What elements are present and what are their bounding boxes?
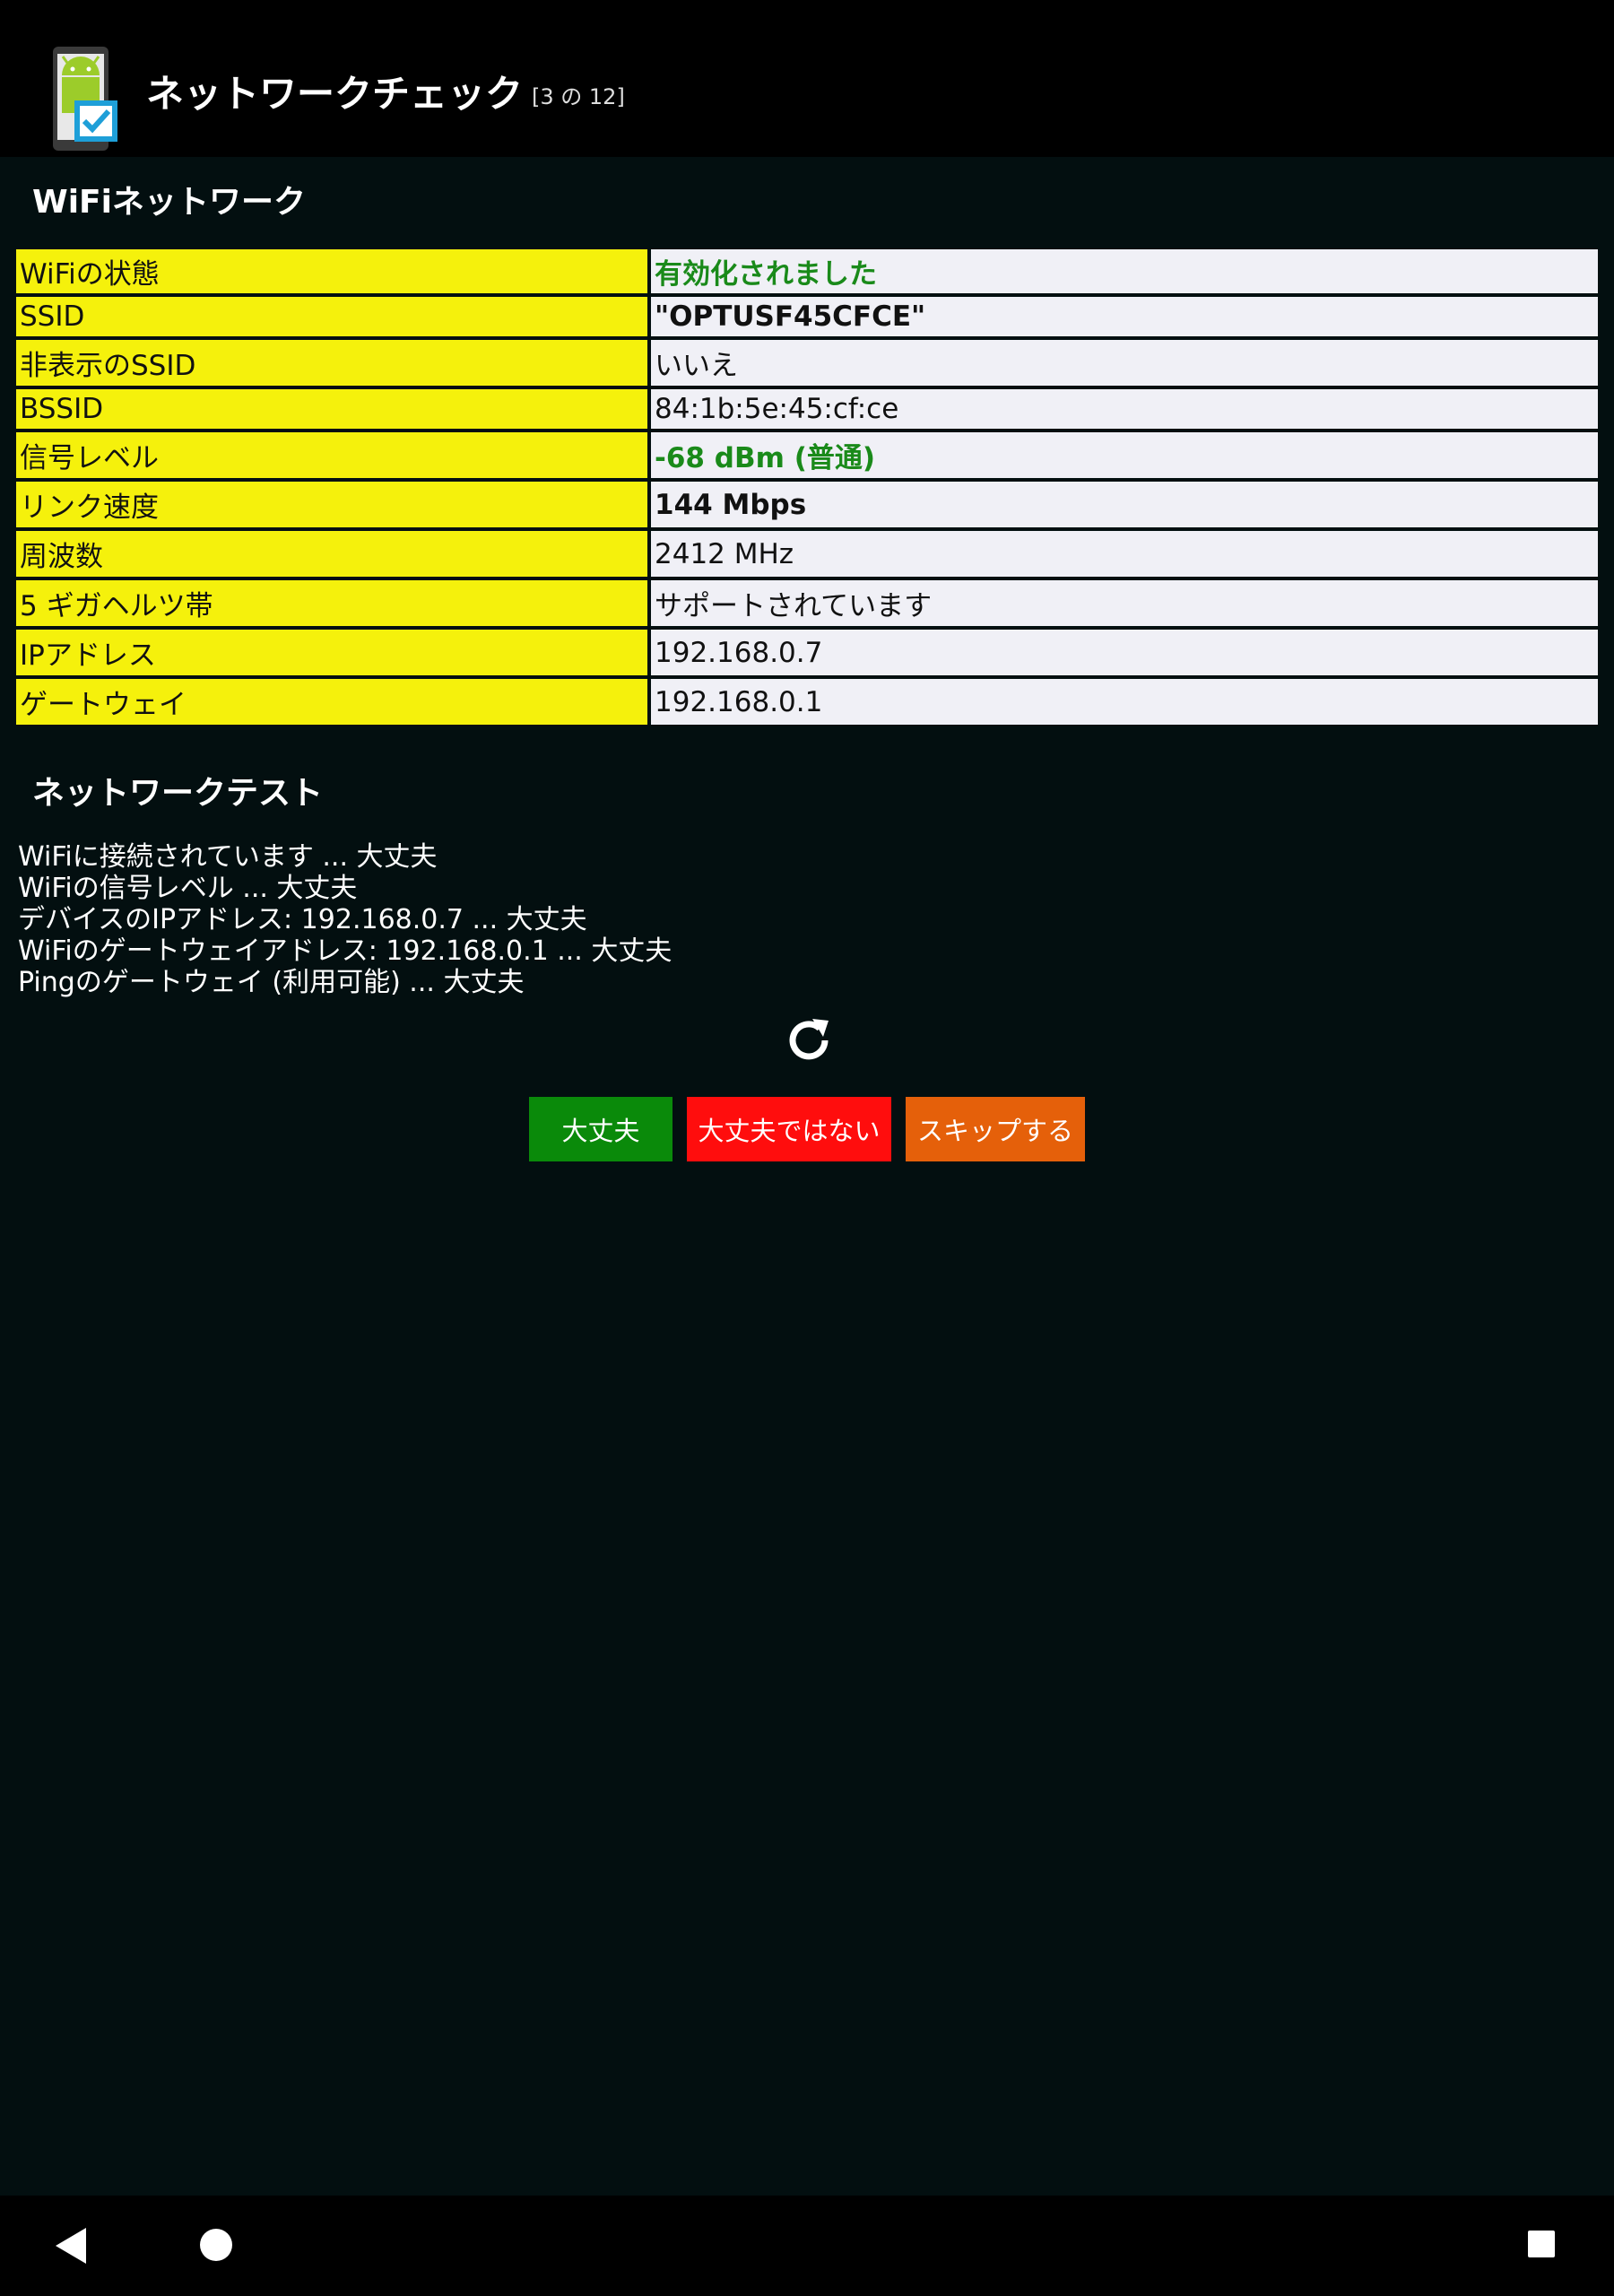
ok-button[interactable]: 大丈夫 xyxy=(529,1097,672,1161)
row-value: 144 Mbps xyxy=(651,482,1598,527)
wifi-info-table: WiFiの状態 有効化されました SSID "OPTUSF45CFCE" 非表示… xyxy=(16,249,1598,728)
table-row: リンク速度 144 Mbps xyxy=(16,482,1598,527)
table-row: SSID "OPTUSF45CFCE" xyxy=(16,297,1598,336)
test-result-line: デバイスのIPアドレス: 192.168.0.7 ... 大丈夫 xyxy=(18,904,587,935)
row-label: 信号レベル xyxy=(16,432,647,478)
row-label: 5 ギガヘルツ帯 xyxy=(16,580,647,626)
not-ok-button[interactable]: 大丈夫ではない xyxy=(687,1097,891,1161)
row-value: 192.168.0.7 xyxy=(651,630,1598,675)
table-row: 信号レベル -68 dBm (普通) xyxy=(16,432,1598,478)
android-checklist-icon xyxy=(53,47,117,151)
row-value: 192.168.0.1 xyxy=(651,679,1598,725)
app-title: ネットワークチェック [3 の 12] xyxy=(146,72,625,119)
recent-apps-square-icon[interactable] xyxy=(1527,2230,1556,2258)
row-label: 周波数 xyxy=(16,531,647,577)
test-result-line: Pingのゲートウェイ (利用可能) ... 大丈夫 xyxy=(18,967,525,998)
row-value: "OPTUSF45CFCE" xyxy=(651,297,1598,336)
table-row: WiFiの状態 有効化されました xyxy=(16,249,1598,293)
network-test-results: WiFiに接続されています ... 大丈夫 WiFiの信号レベル ... 大丈夫… xyxy=(18,841,672,998)
row-value: -68 dBm (普通) xyxy=(651,432,1598,478)
row-value: サポートされています xyxy=(651,580,1598,626)
table-row: IPアドレス 192.168.0.7 xyxy=(16,630,1598,675)
step-counter: [3 の 12] xyxy=(532,83,625,109)
system-nav-bar xyxy=(0,2196,1614,2296)
row-label: 非表示のSSID xyxy=(16,340,647,386)
row-label: ゲートウェイ xyxy=(16,679,647,725)
table-row: ゲートウェイ 192.168.0.1 xyxy=(16,679,1598,725)
row-value: いいえ xyxy=(651,340,1598,386)
row-value: 有効化されました xyxy=(651,249,1598,293)
row-label: SSID xyxy=(16,297,647,336)
row-label: リンク速度 xyxy=(16,482,647,527)
home-circle-icon[interactable] xyxy=(199,2228,233,2262)
table-row: 周波数 2412 MHz xyxy=(16,531,1598,577)
wifi-section-title: WiFiネットワーク xyxy=(32,184,306,221)
test-result-line: WiFiのゲートウェイアドレス: 192.168.0.1 ... 大丈夫 xyxy=(18,935,672,967)
row-value: 84:1b:5e:45:cf:ce xyxy=(651,389,1598,429)
row-label: IPアドレス xyxy=(16,630,647,675)
back-triangle-icon[interactable] xyxy=(54,2226,90,2266)
table-row: 非表示のSSID いいえ xyxy=(16,340,1598,386)
network-test-section-title: ネットワークテスト xyxy=(32,775,324,812)
app-bar: ネットワークチェック [3 の 12] xyxy=(0,0,1614,157)
table-row: 5 ギガヘルツ帯 サポートされています xyxy=(16,580,1598,626)
refresh-icon[interactable] xyxy=(782,1013,836,1067)
table-row: BSSID 84:1b:5e:45:cf:ce xyxy=(16,389,1598,429)
test-result-line: WiFiに接続されています ... 大丈夫 xyxy=(18,841,438,873)
skip-button[interactable]: スキップする xyxy=(906,1097,1085,1161)
row-value: 2412 MHz xyxy=(651,531,1598,577)
row-label: WiFiの状態 xyxy=(16,249,647,293)
row-label: BSSID xyxy=(16,389,647,429)
test-result-line: WiFiの信号レベル ... 大丈夫 xyxy=(18,873,358,904)
app-title-text: ネットワークチェック xyxy=(146,72,524,116)
